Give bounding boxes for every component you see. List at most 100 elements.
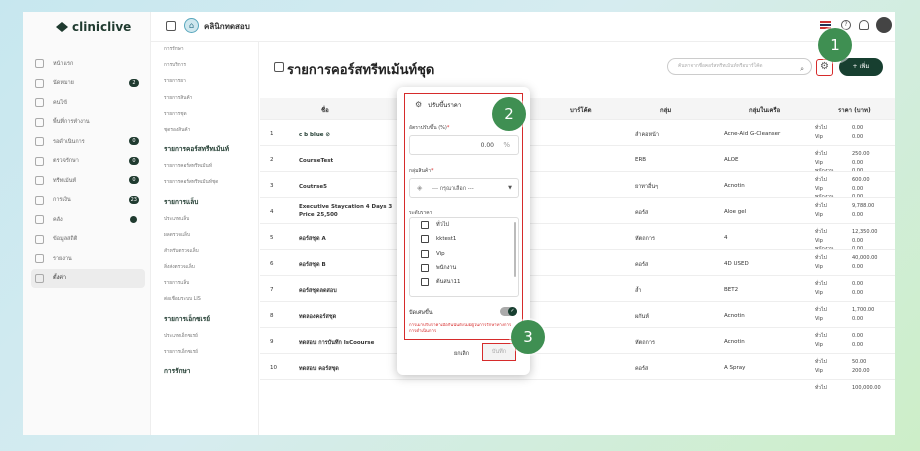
table-row[interactable]: 1 c b blue ⊘ ลำคอหน้า Acne-Aid G-Cleanser ทั… xyxy=(260,119,895,145)
checkbox[interactable] xyxy=(421,249,429,258)
table-row[interactable]: 2 CourseTest ERB ALOE ทั่วไป Vip พนักงาน 250.… xyxy=(260,145,895,174)
submenu-item[interactable]: ต่อเชื่อมระบบ LIS xyxy=(164,292,258,308)
chevron-down-icon: ▼ xyxy=(508,185,512,191)
table-row[interactable]: ทั่วไป 100,000.00 xyxy=(260,379,895,396)
checkbox[interactable] xyxy=(421,278,429,287)
cell-name: คอร์สชุด B xyxy=(299,262,326,268)
cell-name: คอร์สชุดลดสอบ xyxy=(299,288,337,294)
cell-sub: 4D USED xyxy=(724,261,749,267)
group-select[interactable]: ◈ --- กรุณาเลือก --- ▼ xyxy=(409,178,519,198)
cell-sub: BET2 xyxy=(724,287,739,293)
nav-item[interactable]: คลัง xyxy=(31,210,145,230)
help-icon[interactable]: ? xyxy=(841,20,851,30)
table-row[interactable]: 9 ทดสอบ การบันทึก IsCoourse หัตถการ Acnotin… xyxy=(260,327,895,353)
bell-icon[interactable] xyxy=(859,20,869,30)
checkbox[interactable] xyxy=(421,235,429,244)
cell-prices: 0.00 0.00 xyxy=(852,333,864,348)
price-level-option[interactable]: พนักงาน xyxy=(410,261,518,275)
clinic-home-icon[interactable]: ⌂ xyxy=(184,18,199,33)
left-sidebar: cliniclive หน้าแรกนัดหมาย 2 คนไข้ พื้นที่กา… xyxy=(23,12,151,435)
rate-input[interactable]: 0.00% xyxy=(409,135,519,155)
nav-label: รอดำเนินการ xyxy=(53,138,85,145)
cell-labels: ทั่วไป Vip xyxy=(815,333,827,348)
table-row[interactable]: 10 ทดสอบ คอร์สชุด คอร์ส A Spray ทั่วไป Vip 50… xyxy=(260,353,895,379)
nav-item[interactable]: การเงิน 23 xyxy=(31,191,145,211)
rate-label: อัตราปรับขึ้น (%)* xyxy=(409,124,449,132)
table-row[interactable]: 8 ทดลองคอร์สชุด ผกันห์ Acnotin ทั่วไป Vip 1,7… xyxy=(260,301,895,327)
gear-icon: ⚙ xyxy=(820,61,829,72)
submenu-item[interactable]: สำหรับตรวจแล็บ xyxy=(164,244,258,260)
submenu-heading: การรักษา xyxy=(164,367,191,375)
price-level-option[interactable]: Vip xyxy=(410,247,518,261)
cell-name: ทดลองคอร์สชุด xyxy=(299,314,337,320)
submenu-item[interactable]: รายการชุด xyxy=(164,107,258,123)
col-price-header: ราคา (บาท) xyxy=(838,107,871,114)
submenu-item[interactable]: รายการเอ็กซเรย์ xyxy=(164,345,258,361)
submenu-item[interactable]: ประเภทเอ็กซเรย์ xyxy=(164,329,258,345)
nav-item[interactable]: คนไข้ xyxy=(31,93,145,113)
nav-badge: 23 xyxy=(128,195,139,204)
nav-item[interactable]: หน้าแรก xyxy=(31,54,145,74)
nav-item[interactable]: ตรวจรักษา 0 xyxy=(31,152,145,172)
submenu-item[interactable]: รายการยา xyxy=(164,74,258,90)
submenu-item[interactable]: ชุดรองสินค้า xyxy=(164,123,258,139)
avatar[interactable] xyxy=(876,17,892,33)
nav-icon xyxy=(35,117,44,127)
cell-group: คอร์ส xyxy=(635,262,649,268)
clinic-name[interactable]: คลินิกทดสอบ xyxy=(204,20,250,33)
save-button[interactable]: บันทึก xyxy=(482,343,516,361)
cell-prices: 0.00 0.00 xyxy=(852,125,864,140)
checkbox[interactable] xyxy=(421,264,429,273)
submenu-item[interactable]: รายการแล็บ xyxy=(164,276,258,292)
nav-item[interactable]: ตั้งค่า xyxy=(31,268,145,288)
submenu-item[interactable]: การรักษา xyxy=(164,42,258,58)
table-row[interactable]: 5 คอร์สชุด A หัตถการ 4 ทั่วไป Vip พนักงาน 12,… xyxy=(260,223,895,252)
nav-icon xyxy=(35,98,44,108)
nav-item[interactable]: รอดำเนินการ 0 xyxy=(31,132,145,152)
table-row[interactable]: 6 คอร์สชุด B คอร์ส 4D USED ทั่วไป Vip 40,000.… xyxy=(260,249,895,275)
add-button[interactable]: + เพิ่ม xyxy=(839,58,883,76)
cell-labels: ทั่วไป Vip xyxy=(815,125,827,140)
table-row[interactable]: 7 คอร์สชุดลดสอบ ล้ำ BET2 ทั่วไป Vip 0.00 0.00 xyxy=(260,275,895,301)
brand-logo[interactable]: cliniclive xyxy=(56,20,131,34)
submenu-item[interactable]: ประเภทแล็บ xyxy=(164,212,258,228)
nav-badge: 2 xyxy=(129,78,139,87)
submenu-item[interactable]: รายการสินค้า xyxy=(164,91,258,107)
checkbox[interactable] xyxy=(421,221,429,230)
nav-icon xyxy=(35,176,44,186)
nav-item[interactable]: ข้อมูลสถิติ xyxy=(31,230,145,250)
price-level-option[interactable]: ต้นสนา11 xyxy=(410,275,518,289)
submenu-item[interactable]: การบริการ xyxy=(164,58,258,74)
nav-item[interactable]: ทรีทเม้นท์ 0 xyxy=(31,171,145,191)
search-input[interactable]: ค้นหาจากชื่อคอร์สทรีทเม้นท์หรือบาร์โค้ด ⌕ xyxy=(667,58,812,75)
step-3-marker: 3 xyxy=(511,320,545,354)
round-up-toggle[interactable]: ✓ xyxy=(500,307,517,316)
cell-prices: 100,000.00 xyxy=(852,385,881,391)
nav-item[interactable]: นัดหมาย 2 xyxy=(31,74,145,94)
nav-icon xyxy=(35,234,44,244)
cell-group: หัตถการ xyxy=(635,236,655,242)
submenu-item[interactable]: สิ่งส่งตรวจแล็บ xyxy=(164,260,258,276)
cell-group: คอร์ส xyxy=(635,210,649,216)
sidebar-toggle-icon[interactable] xyxy=(166,21,176,31)
nav-label: ทรีทเม้นท์ xyxy=(53,177,77,184)
price-level-option[interactable]: kktest1 xyxy=(410,232,518,246)
nav-item[interactable]: พื้นที่การทำงาน xyxy=(31,113,145,133)
cell-prices: 1,700.00 0.00 xyxy=(852,307,875,322)
nav-icon xyxy=(35,254,44,264)
scrollbar[interactable] xyxy=(514,222,516,277)
nav-item[interactable]: รายงาน xyxy=(31,249,145,269)
cell-name: CourseTest xyxy=(299,158,334,164)
nav-label: หน้าแรก xyxy=(53,60,74,67)
nav-icon xyxy=(35,59,44,69)
table-row[interactable]: 3 Coutrse5 ยาทาอื่นๆ Acnotin ทั่วไป Vip พนัก… xyxy=(260,171,895,200)
submenu-item[interactable]: รายการคอร์สทรีทเม้นท์ xyxy=(164,159,258,175)
price-level-option[interactable]: ทั่วไป xyxy=(410,218,518,232)
table-row[interactable]: 4 Executive Staycation 4 Days 3 Price 25,… xyxy=(260,197,895,223)
cancel-button[interactable]: ยกเลิก xyxy=(454,350,469,358)
cell-labels: ทั่วไป xyxy=(815,385,827,391)
cell-name: คอร์สชุด A xyxy=(299,236,326,242)
submenu-item[interactable]: รายการคอร์สทรีทเม้นท์ชุด xyxy=(164,175,258,191)
submenu-heading: รายการแล็บ xyxy=(164,197,199,206)
submenu-item[interactable]: ผลตรวจแล็บ xyxy=(164,228,258,244)
